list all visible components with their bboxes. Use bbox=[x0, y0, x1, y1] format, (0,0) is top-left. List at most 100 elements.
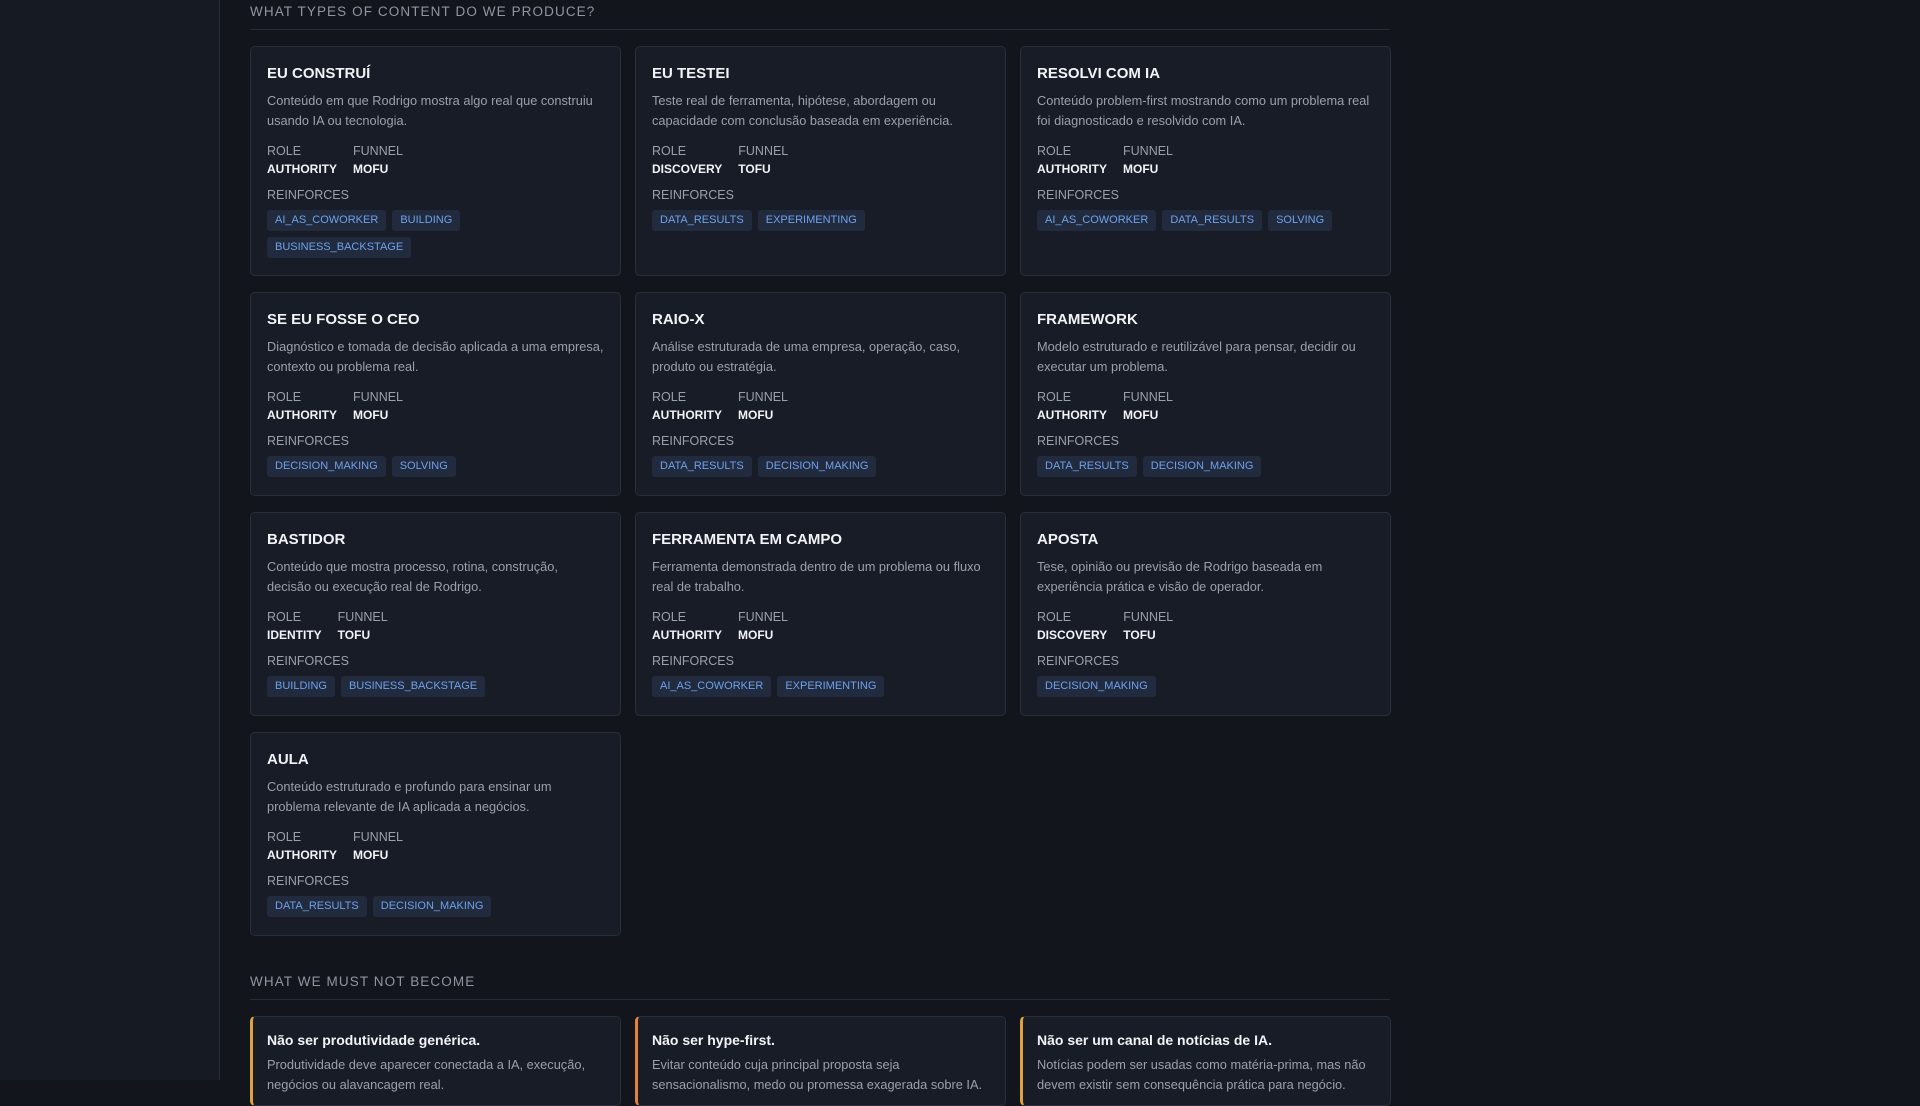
tag: DATA_RESULTS bbox=[1037, 456, 1137, 477]
warning-title: Não ser um canal de notícias de IA. bbox=[1037, 1032, 1272, 1048]
role-label: ROLE bbox=[652, 390, 687, 404]
role-value: AUTHORITY bbox=[652, 408, 722, 422]
card-description: Diagnóstico e tomada de decisão aplicada… bbox=[267, 339, 604, 374]
funnel-column: FUNNEL MOFU bbox=[1123, 142, 1173, 178]
card-title: AULA bbox=[267, 751, 309, 768]
content-type-grid-row4: AULA Conteúdo estruturado e profundo par… bbox=[250, 732, 1390, 936]
funnel-value: TOFU bbox=[337, 628, 371, 642]
reinforces-label: REINFORCES bbox=[652, 654, 734, 668]
role-column: ROLE AUTHORITY bbox=[1037, 388, 1107, 424]
role-column: ROLE AUTHORITY bbox=[267, 142, 337, 178]
funnel-value: TOFU bbox=[738, 162, 771, 176]
funnel-column: FUNNEL MOFU bbox=[353, 828, 403, 864]
main-content: WHAT TYPES OF CONTENT DO WE PRODUCE? EU … bbox=[250, 0, 1391, 1106]
tag-list: AI_AS_COWORKER EXPERIMENTING bbox=[652, 676, 989, 697]
funnel-value: MOFU bbox=[1123, 408, 1159, 422]
role-column: ROLE DISCOVERY bbox=[1037, 608, 1107, 644]
content-type-card: SE EU FOSSE O CEO Diagnóstico e tomada d… bbox=[250, 292, 621, 496]
role-value: AUTHORITY bbox=[652, 628, 722, 642]
card-meta: ROLE AUTHORITY FUNNEL MOFU bbox=[267, 388, 604, 424]
role-column: ROLE AUTHORITY bbox=[267, 828, 337, 864]
card-meta: ROLE DISCOVERY FUNNEL TOFU bbox=[652, 142, 989, 178]
content-type-grid-row1: EU CONSTRUÍ Conteúdo em que Rodrigo most… bbox=[250, 46, 1391, 276]
tag: DECISION_MAKING bbox=[1037, 676, 1156, 697]
funnel-value: TOFU bbox=[1123, 628, 1156, 642]
funnel-column: FUNNEL TOFU bbox=[1123, 608, 1173, 644]
card-meta: ROLE AUTHORITY FUNNEL MOFU bbox=[1037, 142, 1374, 178]
funnel-value: MOFU bbox=[738, 408, 774, 422]
card-title: EU CONSTRUÍ bbox=[267, 65, 371, 82]
funnel-label: FUNNEL bbox=[738, 144, 789, 158]
funnel-value: MOFU bbox=[353, 848, 389, 862]
card-title: EU TESTEI bbox=[652, 65, 730, 82]
funnel-value: MOFU bbox=[738, 628, 774, 642]
tag-list: BUILDING BUSINESS_BACKSTAGE bbox=[267, 676, 604, 697]
warning-card: Não ser hype-first. Evitar conteúdo cuja… bbox=[635, 1016, 1006, 1106]
tag-list: DATA_RESULTS DECISION_MAKING bbox=[652, 456, 989, 477]
warning-description: Notícias podem ser usadas como matéria-p… bbox=[1037, 1057, 1366, 1092]
card-title: RESOLVI COM IA bbox=[1037, 65, 1161, 82]
role-label: ROLE bbox=[267, 390, 302, 404]
reinforces-label: REINFORCES bbox=[267, 874, 349, 888]
funnel-label: FUNNEL bbox=[738, 610, 789, 624]
card-meta: ROLE IDENTITY FUNNEL TOFU bbox=[267, 608, 604, 644]
role-value: AUTHORITY bbox=[267, 848, 337, 862]
tag: AI_AS_COWORKER bbox=[267, 210, 387, 231]
content-type-card: AULA Conteúdo estruturado e profundo par… bbox=[250, 732, 621, 936]
reinforces-label: REINFORCES bbox=[1037, 188, 1119, 202]
tag: BUSINESS_BACKSTAGE bbox=[267, 237, 412, 258]
content-type-card: RAIO-X Análise estruturada de uma empres… bbox=[635, 292, 1006, 496]
tag: DECISION_MAKING bbox=[372, 896, 492, 917]
card-description: Ferramenta demonstrada dentro de um prob… bbox=[652, 559, 981, 594]
card-title: APOSTA bbox=[1037, 531, 1099, 548]
tag: DECISION_MAKING bbox=[267, 456, 386, 477]
tag: EXPERIMENTING bbox=[757, 210, 865, 231]
tag-list: DECISION_MAKING bbox=[1037, 676, 1374, 697]
tag: DECISION_MAKING bbox=[757, 456, 877, 477]
tag: DATA_RESULTS bbox=[267, 896, 367, 917]
card-meta: ROLE AUTHORITY FUNNEL MOFU bbox=[652, 388, 989, 424]
reinforces-label: REINFORCES bbox=[1037, 434, 1119, 448]
funnel-label: FUNNEL bbox=[1123, 610, 1174, 624]
role-column: ROLE AUTHORITY bbox=[652, 388, 722, 424]
reinforces-label: REINFORCES bbox=[1037, 654, 1119, 668]
sidebar bbox=[0, 0, 220, 1080]
role-label: ROLE bbox=[1037, 390, 1072, 404]
funnel-value: MOFU bbox=[1123, 162, 1159, 176]
card-description: Análise estruturada de uma empresa, oper… bbox=[652, 339, 961, 374]
card-title: BASTIDOR bbox=[267, 531, 346, 548]
card-meta: ROLE AUTHORITY FUNNEL MOFU bbox=[652, 608, 989, 644]
tag: SOLVING bbox=[1268, 210, 1333, 231]
warning-title: Não ser hype-first. bbox=[652, 1032, 775, 1048]
tag-list: DATA_RESULTS DECISION_MAKING bbox=[267, 896, 604, 917]
funnel-label: FUNNEL bbox=[337, 610, 388, 624]
role-column: ROLE IDENTITY bbox=[267, 608, 322, 644]
warning-grid: Não ser produtividade genérica. Produtiv… bbox=[250, 1016, 1391, 1106]
funnel-label: FUNNEL bbox=[1123, 390, 1174, 404]
tag-list: DECISION_MAKING SOLVING bbox=[267, 456, 604, 477]
funnel-value: MOFU bbox=[353, 408, 389, 422]
role-value: DISCOVERY bbox=[652, 162, 723, 176]
funnel-label: FUNNEL bbox=[353, 390, 404, 404]
card-description: Modelo estruturado e reutilizável para p… bbox=[1037, 339, 1356, 374]
reinforces-label: REINFORCES bbox=[652, 188, 734, 202]
card-meta: ROLE DISCOVERY FUNNEL TOFU bbox=[1037, 608, 1374, 644]
card-meta: ROLE AUTHORITY FUNNEL MOFU bbox=[267, 828, 604, 864]
role-value: AUTHORITY bbox=[267, 162, 337, 176]
funnel-label: FUNNEL bbox=[1123, 144, 1174, 158]
tag: BUSINESS_BACKSTAGE bbox=[340, 676, 486, 697]
role-label: ROLE bbox=[1037, 610, 1072, 624]
section-title-must-not: WHAT WE MUST NOT BECOME bbox=[250, 974, 1390, 1000]
role-label: ROLE bbox=[652, 144, 687, 158]
card-meta: ROLE AUTHORITY FUNNEL MOFU bbox=[267, 142, 604, 178]
role-column: ROLE AUTHORITY bbox=[267, 388, 337, 424]
card-description: Conteúdo em que Rodrigo mostra algo real… bbox=[267, 93, 593, 128]
role-column: ROLE AUTHORITY bbox=[1037, 142, 1107, 178]
funnel-label: FUNNEL bbox=[738, 390, 789, 404]
tag: DECISION_MAKING bbox=[1142, 456, 1262, 477]
card-description: Conteúdo problem-first mostrando como um… bbox=[1037, 93, 1370, 128]
role-label: ROLE bbox=[267, 830, 302, 844]
content-type-card: EU TESTEI Teste real de ferramenta, hipó… bbox=[635, 46, 1006, 276]
role-column: ROLE DISCOVERY bbox=[652, 142, 722, 178]
tag-list: AI_AS_COWORKER DATA_RESULTS SOLVING bbox=[1037, 210, 1374, 231]
